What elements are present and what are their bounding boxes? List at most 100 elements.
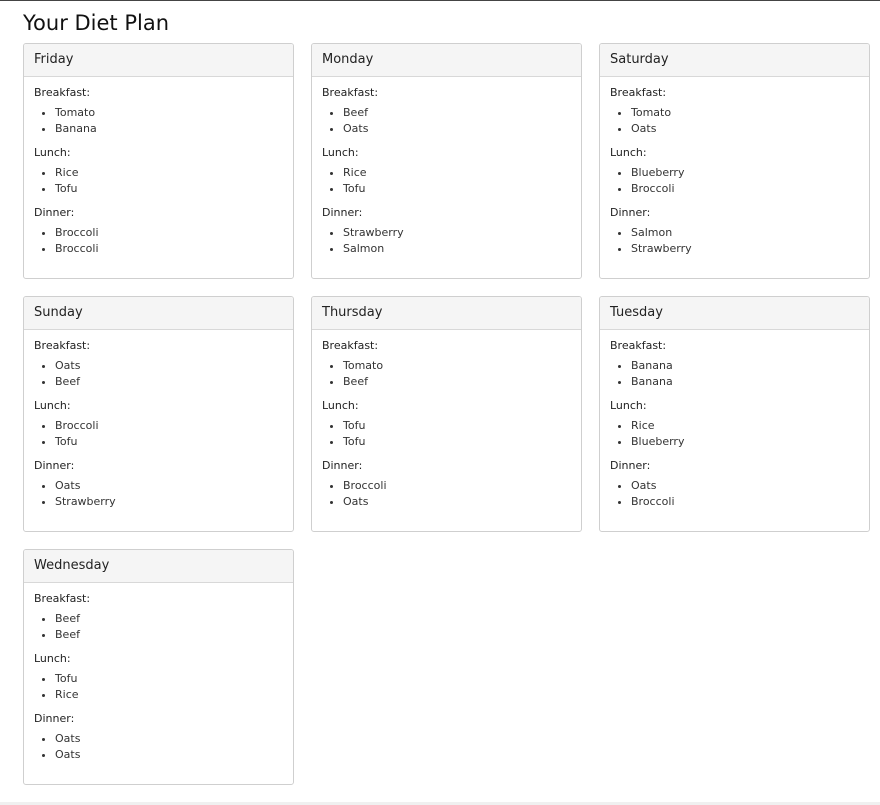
food-list: Blueberry Broccoli (610, 165, 859, 197)
food-item: Beef (343, 374, 571, 390)
meal-breakfast: Breakfast: Tomato Oats (610, 85, 859, 137)
meal-dinner: Dinner: Strawberry Salmon (322, 205, 571, 257)
food-item: Tofu (343, 434, 571, 450)
meal-label-lunch: Lunch: (34, 652, 71, 665)
day-card-body: Breakfast: Oats Beef Lunch: Broccoli Tof… (24, 330, 293, 510)
day-card-body: Breakfast: Beef Beef Lunch: Tofu Rice Di… (24, 583, 293, 763)
meal-label-dinner: Dinner: (610, 459, 651, 472)
day-card-title: Wednesday (24, 550, 293, 583)
meal-lunch: Lunch: Tofu Rice (34, 651, 283, 703)
food-item: Broccoli (631, 494, 859, 510)
food-list: Oats Broccoli (610, 478, 859, 510)
meal-label-dinner: Dinner: (34, 206, 75, 219)
meal-breakfast: Breakfast: Tomato Banana (34, 85, 283, 137)
meal-dinner: Dinner: Oats Oats (34, 711, 283, 763)
food-item: Banana (55, 121, 283, 137)
day-card-title: Sunday (24, 297, 293, 330)
food-item: Strawberry (55, 494, 283, 510)
food-list: Banana Banana (610, 358, 859, 390)
meal-label-lunch: Lunch: (610, 399, 647, 412)
meal-dinner: Dinner: Salmon Strawberry (610, 205, 859, 257)
food-item: Banana (631, 358, 859, 374)
day-card-wednesday: Wednesday Breakfast: Beef Beef Lunch: To… (23, 549, 294, 785)
meal-lunch: Lunch: Tofu Tofu (322, 398, 571, 450)
food-item: Oats (631, 121, 859, 137)
meal-dinner: Dinner: Broccoli Broccoli (34, 205, 283, 257)
meal-label-breakfast: Breakfast: (34, 592, 91, 605)
meal-dinner: Dinner: Oats Broccoli (610, 458, 859, 510)
food-item: Broccoli (631, 181, 859, 197)
food-list: Beef Beef (34, 611, 283, 643)
day-card-body: Breakfast: Tomato Banana Lunch: Rice Tof… (24, 77, 293, 257)
food-item: Beef (343, 105, 571, 121)
food-item: Oats (343, 121, 571, 137)
meal-breakfast: Breakfast: Beef Beef (34, 591, 283, 643)
food-item: Rice (343, 165, 571, 181)
food-list: Tomato Oats (610, 105, 859, 137)
meal-breakfast: Breakfast: Beef Oats (322, 85, 571, 137)
food-list: Oats Oats (34, 731, 283, 763)
day-card-title: Thursday (312, 297, 581, 330)
food-item: Oats (631, 478, 859, 494)
meal-breakfast: Breakfast: Banana Banana (610, 338, 859, 390)
food-item: Tomato (55, 105, 283, 121)
food-list: Broccoli Oats (322, 478, 571, 510)
meal-breakfast: Breakfast: Tomato Beef (322, 338, 571, 390)
meal-label-dinner: Dinner: (610, 206, 651, 219)
food-item: Blueberry (631, 165, 859, 181)
meal-dinner: Dinner: Broccoli Oats (322, 458, 571, 510)
meal-label-breakfast: Breakfast: (322, 86, 379, 99)
food-item: Tofu (343, 418, 571, 434)
food-item: Salmon (631, 225, 859, 241)
food-list: Beef Oats (322, 105, 571, 137)
food-item: Blueberry (631, 434, 859, 450)
food-list: Broccoli Tofu (34, 418, 283, 450)
day-card-sunday: Sunday Breakfast: Oats Beef Lunch: Brocc… (23, 296, 294, 532)
meal-label-breakfast: Breakfast: (322, 339, 379, 352)
meal-dinner: Dinner: Oats Strawberry (34, 458, 283, 510)
meal-label-breakfast: Breakfast: (610, 86, 667, 99)
food-item: Banana (631, 374, 859, 390)
meal-lunch: Lunch: Blueberry Broccoli (610, 145, 859, 197)
meal-label-breakfast: Breakfast: (34, 339, 91, 352)
meal-label-dinner: Dinner: (322, 459, 363, 472)
food-list: Rice Blueberry (610, 418, 859, 450)
food-list: Rice Tofu (322, 165, 571, 197)
meal-label-lunch: Lunch: (322, 146, 359, 159)
food-item: Rice (55, 687, 283, 703)
day-card-monday: Monday Breakfast: Beef Oats Lunch: Rice … (311, 43, 582, 279)
meal-breakfast: Breakfast: Oats Beef (34, 338, 283, 390)
food-item: Rice (631, 418, 859, 434)
food-item: Tofu (55, 181, 283, 197)
day-card-title: Monday (312, 44, 581, 77)
food-item: Oats (343, 494, 571, 510)
meal-label-breakfast: Breakfast: (610, 339, 667, 352)
food-item: Strawberry (343, 225, 571, 241)
page-title: Your Diet Plan (23, 11, 170, 35)
food-item: Broccoli (343, 478, 571, 494)
meal-lunch: Lunch: Rice Tofu (322, 145, 571, 197)
day-card-title: Saturday (600, 44, 869, 77)
food-item: Salmon (343, 241, 571, 257)
diet-plan-grid: Friday Breakfast: Tomato Banana Lunch: R… (23, 43, 870, 785)
meal-lunch: Lunch: Rice Blueberry (610, 398, 859, 450)
day-card-title: Friday (24, 44, 293, 77)
food-item: Oats (55, 747, 283, 763)
day-card-body: Breakfast: Beef Oats Lunch: Rice Tofu Di… (312, 77, 581, 257)
meal-label-dinner: Dinner: (34, 459, 75, 472)
day-card-body: Breakfast: Banana Banana Lunch: Rice Blu… (600, 330, 869, 510)
meal-lunch: Lunch: Broccoli Tofu (34, 398, 283, 450)
meal-label-lunch: Lunch: (34, 146, 71, 159)
day-card-body: Breakfast: Tomato Beef Lunch: Tofu Tofu … (312, 330, 581, 510)
food-item: Beef (55, 374, 283, 390)
day-card-friday: Friday Breakfast: Tomato Banana Lunch: R… (23, 43, 294, 279)
food-item: Oats (55, 358, 283, 374)
meal-label-dinner: Dinner: (322, 206, 363, 219)
food-item: Broccoli (55, 225, 283, 241)
food-item: Tomato (631, 105, 859, 121)
food-item: Oats (55, 478, 283, 494)
food-item: Tomato (343, 358, 571, 374)
food-item: Oats (55, 731, 283, 747)
food-item: Broccoli (55, 241, 283, 257)
day-card-tuesday: Tuesday Breakfast: Banana Banana Lunch: … (599, 296, 870, 532)
